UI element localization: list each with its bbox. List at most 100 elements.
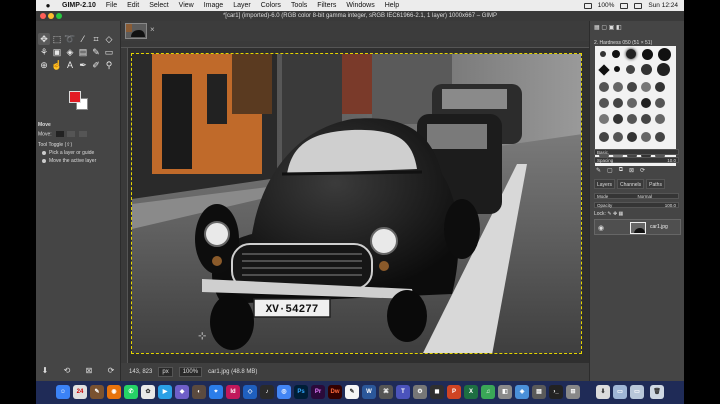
spacing-slider[interactable]: Spacing 10.0 bbox=[594, 157, 679, 163]
calendar-icon[interactable]: 24 bbox=[73, 385, 87, 399]
eraser-icon[interactable]: ▭ bbox=[103, 46, 115, 58]
indesign-icon[interactable]: Id bbox=[226, 385, 240, 399]
menu-edit[interactable]: Edit bbox=[127, 2, 139, 9]
trash-icon[interactable]: 🗑 bbox=[650, 385, 664, 399]
control-center-icon[interactable] bbox=[634, 2, 643, 9]
powerpoint-icon[interactable]: P bbox=[447, 385, 461, 399]
menu-select[interactable]: Select bbox=[149, 2, 168, 9]
text-icon[interactable]: A bbox=[64, 59, 76, 71]
zoom-icon[interactable]: ⚲ bbox=[103, 59, 115, 71]
premiere-icon[interactable]: Pr bbox=[311, 385, 325, 399]
menu-view[interactable]: View bbox=[179, 2, 194, 9]
bucket-fill-icon[interactable]: ◈ bbox=[64, 46, 76, 58]
dock-header-icons[interactable]: ▦ ▢ ▣ ◧ bbox=[594, 24, 622, 31]
duplicate-brush-icon[interactable]: ⧉ bbox=[619, 167, 623, 174]
teams-icon[interactable]: T bbox=[396, 385, 410, 399]
restore-options-icon[interactable]: ⟲ bbox=[62, 366, 72, 375]
textedit-icon[interactable]: ✎ bbox=[345, 385, 359, 399]
cage-icon[interactable]: ▣ bbox=[51, 46, 63, 58]
image-tab-thumbnail[interactable] bbox=[125, 23, 147, 39]
option-move-active[interactable]: Move the active layer bbox=[42, 158, 96, 164]
minimize-window-icon[interactable] bbox=[48, 13, 54, 19]
photoshop-icon[interactable]: Ps bbox=[294, 385, 308, 399]
menu-app-name[interactable]: GIMP-2.10 bbox=[62, 2, 96, 9]
zoom-window-icon[interactable] bbox=[56, 13, 62, 19]
word-icon[interactable]: W bbox=[362, 385, 376, 399]
preferences-icon[interactable]: ⚙ bbox=[413, 385, 427, 399]
vertical-ruler[interactable] bbox=[121, 48, 128, 363]
lock-position-icon[interactable]: ✥ bbox=[613, 211, 617, 217]
radio-pick-layer[interactable] bbox=[42, 150, 46, 155]
app-icon-gray-2[interactable]: ◧ bbox=[498, 385, 512, 399]
radio-move-active[interactable] bbox=[42, 158, 46, 163]
menu-filters[interactable]: Filters bbox=[317, 2, 336, 9]
move-icon[interactable]: ✥ bbox=[38, 33, 50, 45]
menu-tools[interactable]: Tools bbox=[291, 2, 307, 9]
tab-channels[interactable]: Channels bbox=[617, 179, 645, 189]
vscode-icon[interactable]: ◇ bbox=[243, 385, 257, 399]
reset-options-icon[interactable]: ⟳ bbox=[106, 366, 116, 375]
move-selection-toggle[interactable] bbox=[67, 131, 76, 137]
menu-image[interactable]: Image bbox=[204, 2, 223, 9]
menu-file[interactable]: File bbox=[106, 2, 117, 9]
finder-icon[interactable]: ☺ bbox=[56, 385, 70, 399]
wifi-icon[interactable] bbox=[583, 2, 592, 9]
warp-icon[interactable]: ⚘ bbox=[38, 46, 50, 58]
save-options-icon[interactable]: ⬇ bbox=[40, 366, 50, 375]
notes-icon[interactable]: ✎ bbox=[90, 385, 104, 399]
layer-opacity-slider[interactable]: Opacity 100.0 bbox=[594, 202, 679, 208]
zoom-select[interactable]: 100% bbox=[178, 367, 203, 377]
delete-brush-icon[interactable]: ⊠ bbox=[629, 167, 634, 174]
move-path-toggle[interactable] bbox=[78, 131, 87, 137]
zoom-app-icon[interactable]: ▶ bbox=[158, 385, 172, 399]
tab-paths[interactable]: Paths bbox=[646, 179, 665, 189]
color-picker-icon[interactable]: ✐ bbox=[90, 59, 102, 71]
smudge-icon[interactable]: ☝ bbox=[51, 59, 63, 71]
horizontal-ruler[interactable] bbox=[121, 41, 589, 48]
app-icon-gray-4[interactable]: ⊞ bbox=[566, 385, 580, 399]
image-canvas[interactable]: XV·54277 ⊹ bbox=[131, 53, 582, 354]
spotify-icon[interactable]: ♫ bbox=[481, 385, 495, 399]
unified-transform-icon[interactable]: ◇ bbox=[103, 33, 115, 45]
battery-icon[interactable] bbox=[620, 2, 629, 9]
firefox-icon[interactable]: ◉ bbox=[107, 385, 121, 399]
option-pick-layer[interactable]: Pick a layer or guide bbox=[42, 150, 94, 156]
menu-colors[interactable]: Colors bbox=[261, 2, 281, 9]
music-icon[interactable]: ♪ bbox=[260, 385, 274, 399]
folder-icon[interactable]: ▭ bbox=[613, 385, 627, 399]
menu-layer[interactable]: Layer bbox=[233, 2, 251, 9]
app-icon-purple[interactable]: ◆ bbox=[175, 385, 189, 399]
app-icon-gray-3[interactable]: ▤ bbox=[532, 385, 546, 399]
photos-icon[interactable]: ✿ bbox=[141, 385, 155, 399]
paintbrush-icon[interactable]: ✎ bbox=[90, 46, 102, 58]
path-icon[interactable]: ✒ bbox=[77, 59, 89, 71]
tab-layers[interactable]: Layers bbox=[594, 179, 616, 189]
move-layer-toggle[interactable] bbox=[56, 131, 65, 137]
brush-preset-select[interactable]: Basic, bbox=[594, 149, 679, 155]
menu-help[interactable]: Help bbox=[385, 2, 399, 9]
unit-select[interactable]: px bbox=[158, 367, 173, 377]
layer-row[interactable]: ◉ car1.jpg bbox=[594, 219, 681, 235]
whatsapp-icon[interactable]: ✆ bbox=[124, 385, 138, 399]
folder-icon-2[interactable]: ▭ bbox=[630, 385, 644, 399]
app-icon-gray[interactable]: ⌘ bbox=[379, 385, 393, 399]
fuzzy-select-icon[interactable]: ⁄ bbox=[77, 33, 89, 45]
lock-pixels-icon[interactable]: ✎ bbox=[607, 211, 611, 217]
new-brush-icon[interactable]: ▢ bbox=[607, 167, 613, 174]
brushes-grid[interactable] bbox=[595, 46, 676, 166]
fg-bg-colors[interactable] bbox=[69, 91, 93, 113]
menu-windows[interactable]: Windows bbox=[346, 2, 374, 9]
close-window-icon[interactable] bbox=[40, 13, 46, 19]
eye-icon[interactable]: ◉ bbox=[598, 224, 604, 232]
app-icon-dark[interactable]: ◼ bbox=[430, 385, 444, 399]
layer-mode-select[interactable]: Mode Normal bbox=[594, 193, 679, 199]
terminal-icon[interactable]: ›_ bbox=[549, 385, 563, 399]
lock-alpha-icon[interactable]: ▦ bbox=[619, 211, 624, 217]
apple-logo-icon[interactable]: ● bbox=[42, 1, 54, 10]
lasso-icon[interactable]: ➰ bbox=[64, 33, 76, 45]
downloads-icon[interactable]: ⬇ bbox=[596, 385, 610, 399]
excel-icon[interactable]: X bbox=[464, 385, 478, 399]
delete-options-icon[interactable]: ⊠ bbox=[84, 366, 94, 375]
layer-name[interactable]: car1.jpg bbox=[650, 224, 668, 230]
app-icon-blue[interactable]: ◈ bbox=[515, 385, 529, 399]
